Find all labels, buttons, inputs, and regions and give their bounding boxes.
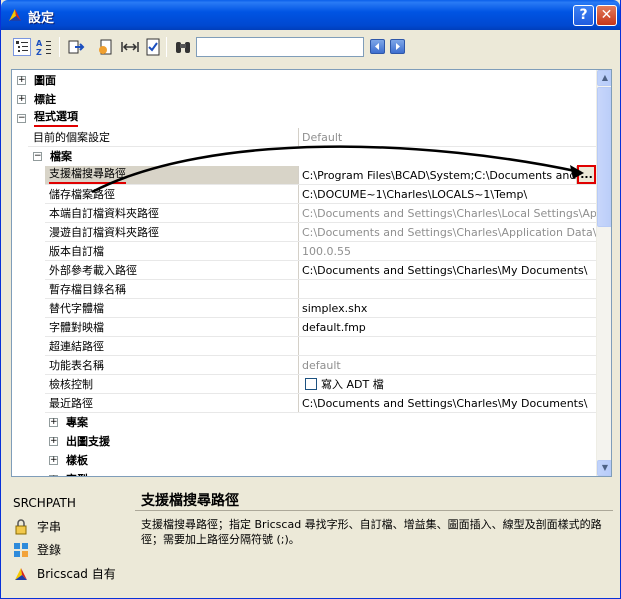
checklist-icon[interactable]	[144, 38, 162, 56]
close-button[interactable]: ✕	[596, 5, 617, 26]
arrow-left-icon	[375, 43, 379, 50]
scroll-up-button[interactable]: ▲	[597, 70, 611, 86]
title-bar[interactable]: 設定 ? ✕	[1, 0, 620, 30]
search-input[interactable]	[196, 37, 364, 57]
variable-name: SRCHPATH	[13, 496, 76, 510]
registry-icon	[14, 543, 28, 557]
svg-text:A: A	[36, 39, 43, 48]
alphabetical-icon[interactable]: A Z	[35, 38, 53, 56]
arrow-right-icon	[396, 43, 400, 50]
svg-text:Z: Z	[36, 48, 42, 56]
property-tree[interactable]: + 圖面 + 標註 − 程式選項 目前的個案設定 Default − 檔案 支援…	[11, 69, 612, 477]
description-panel: 支援檔搜尋路徑 支援檔搜尋路徑；指定 Bricscad 尋找字形、自訂檔、增益集…	[135, 487, 613, 587]
divider	[135, 510, 613, 511]
toolbar-separator	[59, 37, 60, 57]
lock-icon	[15, 519, 27, 535]
type-label: 字串	[37, 520, 62, 534]
previous-button[interactable]	[370, 39, 385, 54]
description-title: 支援檔搜尋路徑	[141, 493, 239, 509]
description-text: 支援檔搜尋路徑；指定 Bricscad 尋找字形、自訂檔、增益集、圖面插入、線型…	[141, 518, 602, 546]
toolbar: A Z	[1, 30, 620, 64]
categorized-icon[interactable]	[13, 38, 31, 56]
import-icon[interactable]	[97, 38, 115, 56]
owner-label: Bricscad 自有	[37, 567, 116, 581]
column-width-icon[interactable]	[121, 38, 139, 56]
binoculars-icon[interactable]	[174, 38, 192, 56]
export-icon[interactable]	[67, 38, 85, 56]
bricscad-logo-icon	[15, 568, 27, 580]
storage-label: 登錄	[37, 543, 62, 557]
variable-info: SRCHPATH 字串 登錄 Bricscad 自有	[1, 480, 131, 598]
window-title: 設定	[28, 11, 55, 26]
vertical-scrollbar[interactable]: ▲ ▼	[596, 70, 611, 476]
scroll-thumb[interactable]	[597, 87, 611, 227]
annotation-arrow	[91, 145, 584, 194]
help-button[interactable]: ?	[573, 5, 594, 26]
toolbar-separator	[166, 37, 167, 57]
bricscad-logo-icon	[9, 9, 21, 21]
next-button[interactable]	[390, 39, 405, 54]
scroll-down-button[interactable]: ▼	[597, 460, 611, 476]
settings-dialog: 設定 ? ✕ A Z + 圖面 + 標註 − 程式選項 目前的個案設定 Defa…	[0, 0, 621, 599]
